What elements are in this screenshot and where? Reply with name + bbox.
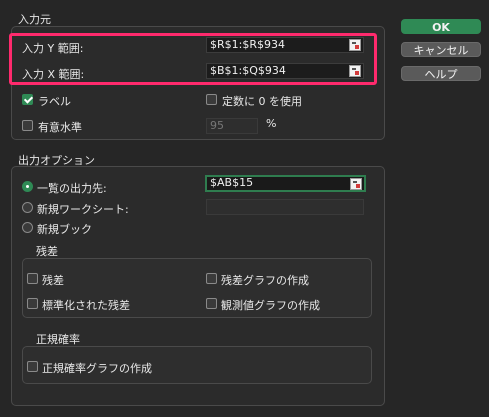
highlight-annotation [9, 33, 377, 85]
ok-button[interactable]: OK [401, 19, 481, 34]
labels-checkbox[interactable] [22, 94, 33, 105]
input-section-title: 入力元 [18, 13, 51, 26]
cancel-button[interactable]: キャンセル [401, 42, 481, 57]
constant-zero-label: 定数に 0 を使用 [222, 95, 302, 108]
output-range-radio[interactable] [22, 181, 33, 192]
residual-plots-checkbox[interactable] [206, 273, 217, 284]
confidence-level-input[interactable]: 95 [206, 118, 258, 134]
new-workbook-label: 新規ブック [37, 223, 92, 236]
residuals-section-title: 残差 [36, 245, 58, 258]
range-select-icon[interactable] [350, 178, 362, 190]
confidence-unit: % [266, 117, 277, 130]
standardized-residuals-checkbox[interactable] [27, 298, 38, 309]
new-worksheet-field[interactable] [206, 199, 364, 215]
line-fit-plots-label: 観測値グラフの作成 [221, 299, 320, 312]
new-workbook-radio[interactable] [22, 222, 33, 233]
confidence-level-label: 有意水準 [38, 121, 82, 134]
residuals-label: 残差 [42, 274, 64, 287]
normal-plots-checkbox[interactable] [27, 361, 38, 372]
line-fit-plots-checkbox[interactable] [206, 298, 217, 309]
labels-checkbox-label: ラベル [38, 95, 71, 108]
confidence-level-checkbox[interactable] [22, 120, 33, 131]
new-worksheet-radio[interactable] [22, 202, 33, 213]
output-range-value: $AB$15 [210, 176, 254, 189]
output-range-label: 一覧の出力先: [37, 182, 107, 195]
normal-probability-section-title: 正規確率 [36, 333, 80, 346]
standardized-residuals-label: 標準化された残差 [42, 299, 130, 312]
output-range-field[interactable]: $AB$15 [205, 175, 366, 192]
residual-plots-label: 残差グラフの作成 [221, 274, 309, 287]
constant-zero-checkbox[interactable] [206, 94, 217, 105]
residuals-checkbox[interactable] [27, 273, 38, 284]
help-button[interactable]: ヘルプ [401, 66, 481, 81]
normal-plots-label: 正規確率グラフの作成 [42, 362, 152, 375]
new-worksheet-label: 新規ワークシート: [37, 203, 129, 216]
